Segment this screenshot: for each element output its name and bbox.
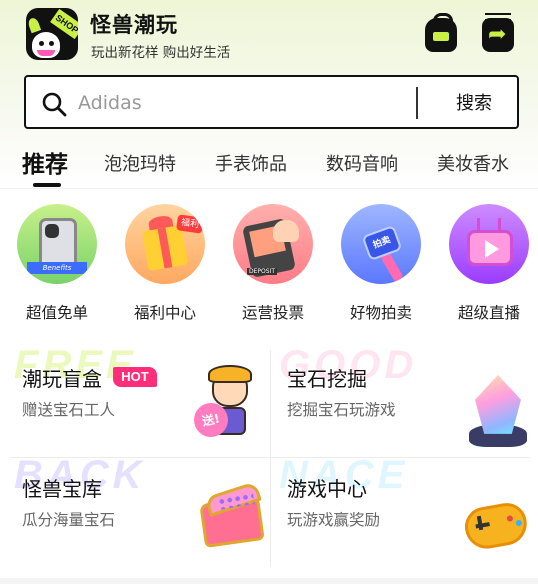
- tv-illustration: [467, 230, 513, 266]
- hand-illustration: [273, 220, 299, 242]
- app-logo[interactable]: SHOP: [26, 8, 78, 60]
- backpack-icon[interactable]: [425, 13, 457, 52]
- gem-worker-figure-icon: 送!: [190, 365, 262, 445]
- card-subtitle: 玩游戏赢奖励: [287, 511, 381, 529]
- card-subtitle: 赠送宝石工人: [22, 401, 116, 419]
- category-label: 超值免单: [25, 304, 88, 322]
- figure-hair: [208, 365, 252, 383]
- tab-watches-jewelry[interactable]: 手表饰品: [215, 150, 287, 176]
- auction-hammer-icon: 拍卖: [341, 204, 421, 284]
- tab-recommend[interactable]: 推荐: [22, 145, 68, 179]
- card-title: 游戏中心: [287, 477, 367, 501]
- share-arrow-icon: ➦: [488, 22, 507, 47]
- hot-badge: HOT: [113, 367, 157, 387]
- vote-tablet-icon: DEPOSIT: [233, 204, 313, 284]
- card-game-center[interactable]: NACE 游戏中心 玩游戏赢奖励: [279, 453, 538, 570]
- benefits-ribbon: Benefits: [27, 262, 87, 274]
- active-tab-indicator: [33, 183, 61, 187]
- card-monster-vault[interactable]: BACK 怪兽宝库 瓜分海量宝石: [14, 453, 282, 570]
- gift-box-icon: 福利: [125, 204, 205, 284]
- hammer-head: 拍卖: [361, 224, 403, 262]
- search-divider: [416, 87, 418, 119]
- category-welfare-center[interactable]: 福利 福利中心: [125, 204, 205, 324]
- category-label: 超级直播: [457, 304, 520, 322]
- share-icon[interactable]: ➦: [482, 13, 514, 52]
- tabs-divider: [0, 188, 538, 189]
- tab-digital-audio[interactable]: 数码音响: [326, 150, 398, 176]
- logo-horn: [26, 16, 42, 34]
- category-label: 福利中心: [133, 304, 196, 322]
- card-title: 怪兽宝库: [22, 477, 102, 501]
- card-subtitle: 挖掘宝石玩游戏: [287, 401, 396, 419]
- card-blind-box[interactable]: FREE 潮玩盲盒 HOT 赠送宝石工人 送!: [14, 343, 282, 460]
- app-slogan: 玩出新花样 购出好生活: [91, 45, 231, 61]
- card-title: 宝石挖掘: [287, 367, 367, 391]
- category-live-stream[interactable]: 超级直播: [449, 204, 529, 324]
- category-voting[interactable]: DEPOSIT 运营投票: [233, 204, 313, 324]
- search-bar: 搜索: [24, 75, 519, 129]
- search-input[interactable]: [78, 89, 408, 117]
- logo-monster-face: [32, 32, 60, 58]
- gift-box-illustration: [141, 224, 189, 272]
- bottom-divider: [0, 578, 538, 584]
- tv-icon: [449, 204, 529, 284]
- category-label: 好物拍卖: [349, 304, 412, 322]
- category-auction[interactable]: 拍卖 好物拍卖: [341, 204, 421, 324]
- deposit-label: DEPOSIT: [247, 268, 277, 275]
- gamepad-icon: [461, 499, 531, 553]
- app-header: SHOP 怪兽潮玩 玩出新花样 购出好生活 ➦: [0, 0, 538, 72]
- category-label: 运营投票: [241, 304, 304, 322]
- search-button[interactable]: 搜索: [431, 77, 517, 127]
- search-icon: [42, 92, 67, 117]
- category-free-order[interactable]: Benefits 超值免单: [17, 204, 97, 324]
- card-subtitle: 瓜分海量宝石: [22, 511, 116, 529]
- tab-beauty-perfume[interactable]: 美妆香水: [437, 150, 509, 176]
- card-gem-mining[interactable]: GOOD 宝石挖掘 挖掘宝石玩游戏: [279, 343, 538, 460]
- welfare-tag: 福利: [176, 214, 204, 234]
- free-order-icon: Benefits: [17, 204, 97, 284]
- app-name: 怪兽潮玩: [90, 13, 178, 37]
- category-tabs: 推荐 泡泡玛特 手表饰品 数码音响 美妆香水: [0, 140, 538, 188]
- tab-popmart[interactable]: 泡泡玛特: [104, 150, 176, 176]
- card-title: 潮玩盲盒: [22, 367, 102, 391]
